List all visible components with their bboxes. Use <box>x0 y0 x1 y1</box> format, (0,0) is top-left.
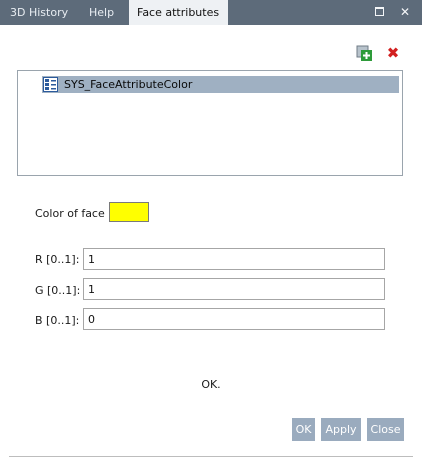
restore-window-icon <box>375 7 384 16</box>
tab-bar: 3D History Help Face attributes ✕ <box>0 0 422 25</box>
color-of-face-label: Color of face <box>35 207 105 220</box>
add-attribute-icon <box>356 45 372 61</box>
attribute-type-icon <box>43 77 58 92</box>
close-panel-button[interactable]: ✕ <box>397 4 413 20</box>
close-button[interactable]: Close <box>367 418 404 441</box>
add-attribute-button[interactable] <box>356 45 372 61</box>
b-value-input[interactable] <box>83 308 385 330</box>
delete-icon: ✖ <box>386 44 400 62</box>
tab-face-attributes[interactable]: Face attributes <box>129 0 228 25</box>
list-item-label: SYS_FaceAttributeColor <box>64 78 193 91</box>
color-swatch[interactable] <box>109 202 149 222</box>
g-value-input[interactable] <box>83 278 385 300</box>
attribute-list[interactable]: SYS_FaceAttributeColor <box>17 70 403 176</box>
g-field-label: G [0..1]: <box>35 284 81 297</box>
tab-label: Help <box>89 6 115 19</box>
restore-window-button[interactable] <box>372 4 388 20</box>
delete-attribute-button[interactable]: ✖ <box>385 45 401 61</box>
status-text: OK. <box>201 378 221 391</box>
list-item[interactable]: SYS_FaceAttributeColor <box>42 76 399 93</box>
tab-label: Face attributes <box>137 6 220 19</box>
apply-button[interactable]: Apply <box>321 418 361 441</box>
r-field-label: R [0..1]: <box>35 253 80 266</box>
tab-3d-history[interactable]: 3D History <box>2 0 76 25</box>
divider <box>9 456 413 457</box>
close-icon: ✕ <box>399 5 411 19</box>
r-value-input[interactable] <box>83 248 385 270</box>
tab-label: 3D History <box>10 6 69 19</box>
b-field-label: B [0..1]: <box>35 314 80 327</box>
tab-help[interactable]: Help <box>81 0 122 25</box>
ok-button[interactable]: OK <box>292 418 315 441</box>
